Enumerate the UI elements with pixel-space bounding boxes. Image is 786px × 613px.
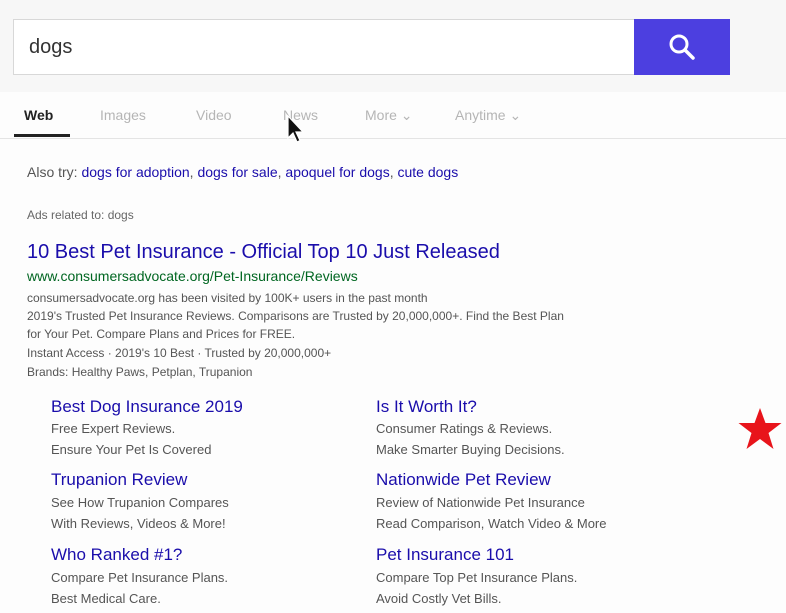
- ad-description-line: consumersadvocate.org has been visited b…: [27, 291, 428, 305]
- search-input[interactable]: [14, 20, 634, 74]
- sitelink-description: Best Medical Care.: [51, 591, 161, 606]
- also-try-link[interactable]: dogs for sale: [197, 164, 277, 180]
- also-try-link[interactable]: dogs for adoption: [81, 164, 189, 180]
- sitelink-who-ranked-1[interactable]: Who Ranked #1?: [51, 545, 182, 565]
- also-try-link[interactable]: apoquel for dogs: [285, 164, 389, 180]
- tab-video[interactable]: Video: [196, 107, 232, 123]
- tab-anytime[interactable]: Anytime ⌄: [455, 107, 521, 124]
- sitelink-description: Avoid Costly Vet Bills.: [376, 591, 502, 606]
- ad-title-link[interactable]: 10 Best Pet Insurance - Official Top 10 …: [27, 241, 500, 264]
- ad-description-line: 2019's Trusted Pet Insurance Reviews. Co…: [27, 309, 564, 323]
- ad-description-line: Instant Access · 2019's 10 Best · Truste…: [27, 346, 332, 360]
- ad-description-line: Brands: Healthy Paws, Petplan, Trupanion: [27, 365, 253, 379]
- sitelink-description: Free Expert Reviews.: [51, 421, 176, 436]
- also-try-label: Also try:: [27, 164, 78, 180]
- sitelink-description: Review of Nationwide Pet Insurance: [376, 495, 585, 510]
- active-tab-indicator: [14, 134, 70, 137]
- search-box: [13, 19, 730, 75]
- sitelink-description: With Reviews, Videos & More!: [51, 516, 226, 531]
- sitelink-description: See How Trupanion Compares: [51, 495, 229, 510]
- search-tabs: Web Images Video News More ⌄ Anytime ⌄: [0, 92, 786, 139]
- sitelink-best-dog-insurance[interactable]: Best Dog Insurance 2019: [51, 397, 243, 417]
- ad-description-line: for Your Pet. Compare Plans and Prices f…: [27, 327, 296, 341]
- search-button[interactable]: [634, 19, 730, 75]
- sitelink-description: Read Comparison, Watch Video & More: [376, 516, 607, 531]
- mouse-pointer-icon: [287, 114, 305, 143]
- sitelink-description: Consumer Ratings & Reviews.: [376, 421, 553, 436]
- sitelink-is-it-worth-it[interactable]: Is It Worth It?: [376, 397, 477, 417]
- tab-images[interactable]: Images: [100, 107, 146, 123]
- tab-more[interactable]: More ⌄: [365, 107, 413, 124]
- sitelink-description: Compare Pet Insurance Plans.: [51, 570, 229, 585]
- search-icon: [669, 34, 695, 60]
- sitelink-trupanion-review[interactable]: Trupanion Review: [51, 470, 187, 490]
- sitelink-pet-insurance-101[interactable]: Pet Insurance 101: [376, 545, 514, 565]
- search-header: [0, 0, 786, 92]
- sitelink-nationwide-pet-review[interactable]: Nationwide Pet Review: [376, 470, 551, 490]
- ads-label: Ads related to: dogs: [27, 208, 134, 222]
- also-try-link[interactable]: cute dogs: [398, 164, 459, 180]
- tab-web[interactable]: Web: [24, 107, 53, 123]
- sitelink-description: Make Smarter Buying Decisions.: [376, 442, 565, 457]
- star-icon: [738, 408, 782, 449]
- ad-url[interactable]: www.consumersadvocate.org/Pet-Insurance/…: [27, 268, 358, 284]
- also-try: Also try: dogs for adoption, dogs for sa…: [27, 164, 459, 180]
- sitelink-description: Compare Top Pet Insurance Plans.: [376, 570, 578, 585]
- sitelink-description: Ensure Your Pet Is Covered: [51, 442, 212, 457]
